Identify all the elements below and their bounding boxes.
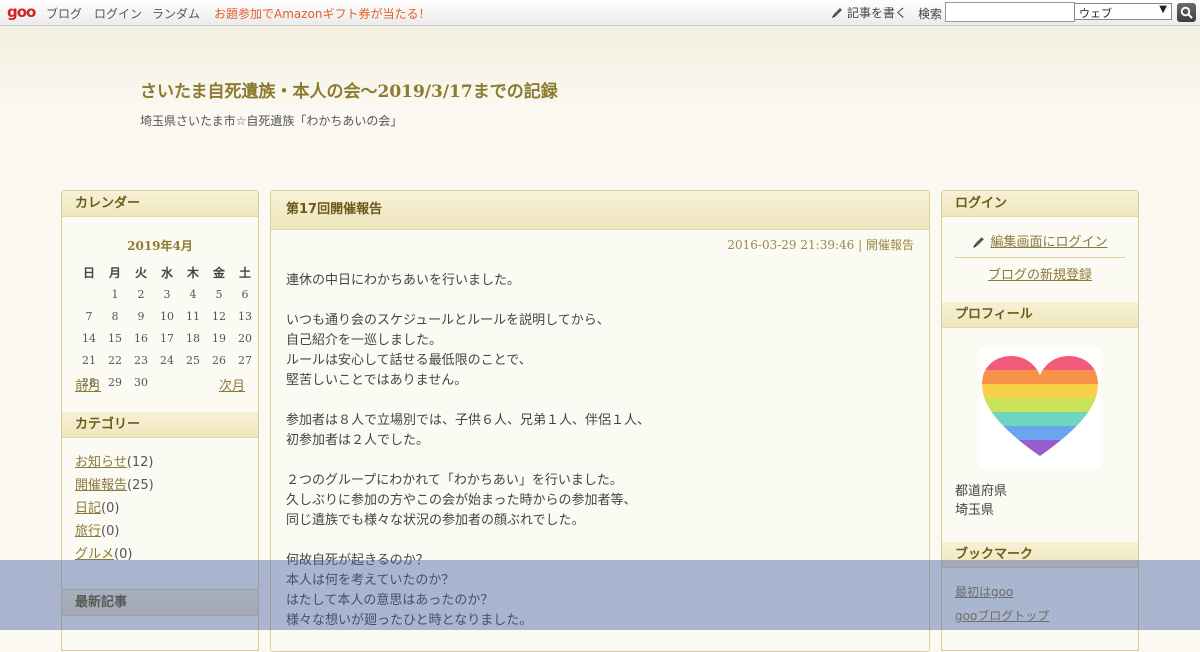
calendar-day: 29 [108, 375, 122, 389]
bottom-overlay-band [0, 560, 1200, 630]
weekday-mon: 月 [108, 265, 121, 280]
pencil-icon [973, 237, 985, 248]
rainbow-heart-icon [982, 356, 1098, 456]
calendar-day: 5 [215, 287, 223, 301]
search-label: 検索 [918, 7, 943, 21]
list-item: 日記(0) [75, 497, 258, 520]
category-link[interactable]: 旅行 [75, 524, 101, 539]
pencil-icon [832, 8, 842, 18]
calendar-day: 12 [212, 309, 226, 323]
calendar-day: 6 [241, 287, 249, 301]
calendar-day: 4 [189, 287, 197, 301]
calendar-day: 14 [82, 331, 96, 345]
category-count: (12) [126, 455, 154, 470]
calendar-day: 26 [212, 353, 226, 367]
calendar-box: カレンダー 2019年4月 日 月 火 水 木 金 土 1 2 3 4 5 6 … [61, 190, 259, 414]
calendar-day: 7 [85, 309, 93, 323]
calendar-day: 24 [160, 353, 174, 367]
article-title[interactable]: 第17回開催報告 [271, 191, 929, 230]
calendar-day [76, 283, 102, 305]
new-blog-link[interactable]: ブログの新規登録 [988, 268, 1092, 283]
search-scope-value: ウェブ [1079, 7, 1112, 20]
weekday-tue: 火 [134, 265, 147, 280]
list-item: 旅行(0) [75, 520, 258, 543]
calendar-table: 日 月 火 水 木 金 土 1 2 3 4 5 6 7 8 9 10 11 12… [76, 261, 258, 393]
calendar-day: 1 [111, 287, 119, 301]
category-heading: カテゴリー [62, 412, 258, 438]
calendar-heading: カレンダー [62, 191, 258, 217]
weekday-wed: 水 [160, 265, 173, 280]
top-bar: goo ブログ ログイン ランダム お題参加でAmazonギフト券が当たる！ 記… [0, 0, 1200, 26]
category-list: お知らせ(12) 開催報告(25) 日記(0) 旅行(0) グルメ(0) [62, 438, 258, 566]
category-link[interactable]: 開催報告 [75, 478, 127, 493]
login-heading: ログイン [942, 191, 1138, 217]
weekday-sat: 土 [238, 265, 251, 280]
calendar-day: 2 [137, 287, 145, 301]
profile-pref-label: 都道府県 [955, 484, 1008, 499]
article-meta: 2016-03-29 21:39:46 | 開催報告 [727, 236, 914, 253]
calendar-day: 9 [137, 309, 145, 323]
calendar-day: 10 [160, 309, 174, 323]
profile-heading: プロフィール [942, 302, 1138, 328]
promo-link[interactable]: お題参加でAmazonギフト券が当たる！ [214, 5, 431, 22]
category-link[interactable]: お知らせ [75, 455, 127, 470]
calendar-day: 27 [238, 353, 252, 367]
nav-random[interactable]: ランダム [152, 5, 200, 22]
calendar-day: 25 [186, 353, 200, 367]
weekday-thu: 木 [186, 265, 199, 280]
calendar-day: 19 [212, 331, 226, 345]
new-blog-row: ブログの新規登録 [942, 264, 1138, 283]
calendar-day [180, 371, 206, 393]
calendar-next-link[interactable]: 次月 [219, 375, 245, 394]
chevron-down-icon: ▼ [1159, 4, 1167, 15]
category-count: (0) [101, 501, 120, 516]
calendar-day: 13 [238, 309, 252, 323]
calendar-day: 21 [82, 353, 96, 367]
nav-blog[interactable]: ブログ [46, 5, 82, 22]
nav-login[interactable]: ログイン [94, 5, 142, 22]
category-count: (25) [127, 478, 154, 493]
calendar-day: 17 [160, 331, 174, 345]
login-divider [955, 257, 1125, 258]
blog-title[interactable]: さいたま自死遺族・本人の会～2019/3/17までの記録 [140, 77, 558, 102]
search-scope-select[interactable]: ウェブ ▼ [1074, 3, 1172, 20]
calendar-day [154, 371, 180, 393]
profile-box: プロフィール 都道府県 埼玉県 [941, 302, 1139, 543]
edit-login-row: 編集画面にログイン [942, 231, 1138, 250]
calendar-day: 30 [134, 375, 148, 389]
list-item: 開催報告(25) [75, 474, 258, 497]
search-icon [1180, 6, 1193, 19]
calendar-prev-link[interactable]: 前月 [75, 375, 101, 394]
article-category-link[interactable]: 開催報告 [866, 238, 914, 252]
calendar-day: 11 [186, 309, 200, 323]
meta-separator: | [858, 238, 863, 252]
calendar-day: 15 [108, 331, 122, 345]
blog-description: 埼玉県さいたま市☆自死遺族「わかちあいの会」 [140, 114, 403, 128]
weekday-sun: 日 [82, 265, 95, 280]
profile-avatar[interactable] [980, 348, 1100, 468]
goo-logo[interactable]: goo [7, 3, 36, 21]
calendar-day: 22 [108, 353, 122, 367]
category-link[interactable]: 日記 [75, 501, 101, 516]
calendar-month: 2019年4月 [127, 239, 193, 253]
profile-pref-value: 埼玉県 [955, 503, 995, 518]
calendar-day: 20 [238, 331, 252, 345]
weekday-fri: 金 [212, 265, 225, 280]
search-input[interactable] [945, 2, 1075, 22]
write-article-label: 記事を書く [847, 6, 908, 20]
list-item: お知らせ(12) [75, 451, 258, 474]
calendar-day: 16 [134, 331, 148, 345]
search-button[interactable] [1177, 3, 1196, 22]
edit-login-link[interactable]: 編集画面にログイン [990, 235, 1107, 250]
blog-header [0, 26, 1200, 116]
category-count: (0) [101, 524, 120, 539]
calendar-day: 18 [186, 331, 200, 345]
calendar-day: 23 [134, 353, 148, 367]
login-box: ログイン 編集画面にログイン ブログの新規登録 [941, 190, 1139, 304]
write-article-button[interactable]: 記事を書く [831, 4, 907, 21]
calendar-day: 3 [163, 287, 171, 301]
calendar-day: 8 [111, 309, 119, 323]
article-date: 2016-03-29 21:39:46 [727, 238, 855, 252]
